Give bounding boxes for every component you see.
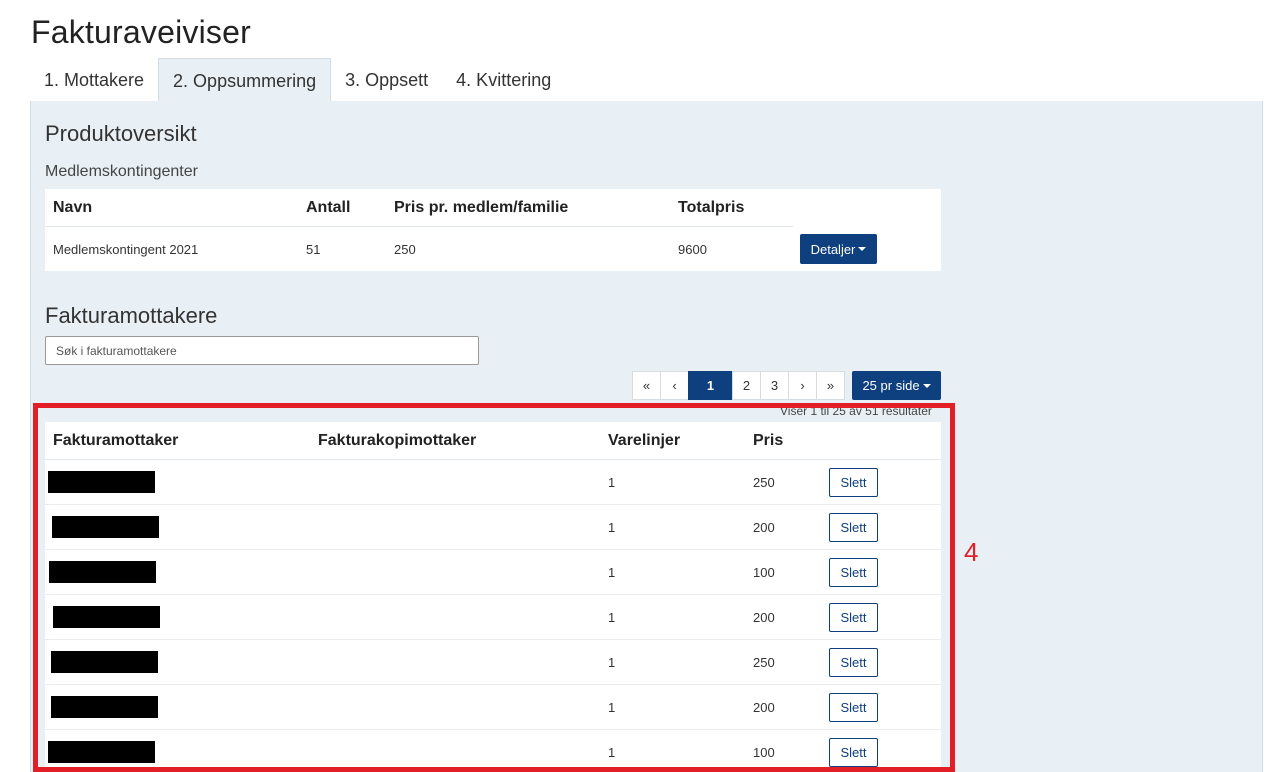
page-title: Fakturaveiviser (31, 14, 251, 50)
tab-oppsummering[interactable]: 2. Oppsummering (158, 58, 332, 102)
next-page-button[interactable]: › (788, 371, 817, 400)
col-pris: Pris pr. medlem/familie (394, 198, 569, 216)
prev-page-button[interactable]: ‹ (660, 371, 689, 400)
delete-button[interactable]: Slett (829, 513, 878, 542)
row-price: 250 (753, 654, 775, 670)
first-page-button[interactable]: « (632, 371, 661, 400)
row-price: 200 (753, 609, 775, 625)
page-size-label: 25 pr side (862, 378, 920, 393)
caret-down-icon (858, 247, 867, 251)
row-lines: 1 (608, 564, 616, 580)
delete-button[interactable]: Slett (829, 603, 878, 632)
row-lines: 1 (608, 609, 616, 625)
table-row: 1 200 Slett (45, 595, 941, 640)
details-label: Detaljer (810, 241, 856, 257)
recipient-rows: 1 250 Slett 1 200 Slett 1 100 Slett 1 200 Slett 1 250… (45, 460, 941, 772)
row-lines: 1 (608, 519, 616, 535)
redacted-recipient-name (48, 741, 155, 763)
product-row: Medlemskontingent 2021 51 250 9600 Detal… (45, 227, 941, 271)
page-1-button[interactable]: 1 (688, 371, 733, 400)
col-fakturamottaker: Fakturamottaker (53, 431, 179, 449)
row-lines: 1 (608, 699, 616, 715)
redacted-recipient-name (51, 696, 158, 718)
table-row: 1 100 Slett (45, 730, 941, 772)
col-pris: Pris (753, 431, 784, 449)
table-row: 1 200 Slett (45, 505, 941, 550)
delete-button[interactable]: Slett (829, 558, 878, 587)
details-dropdown-button[interactable]: Detaljer (800, 234, 877, 264)
page-size-dropdown[interactable]: 25 pr side (852, 371, 941, 400)
col-navn: Navn (53, 198, 93, 216)
annotation-number: 4 (964, 537, 979, 567)
product-name: Medlemskontingent 2021 (53, 241, 199, 257)
redacted-recipient-name (49, 561, 156, 583)
tab-mottakere[interactable]: 1. Mottakere (30, 58, 158, 102)
row-price: 200 (753, 699, 775, 715)
recipients-heading: Fakturamottakere (45, 303, 218, 328)
delete-button[interactable]: Slett (829, 648, 878, 677)
product-total: 9600 (678, 241, 707, 257)
result-count: Viser 1 til 25 av 51 resultater (780, 404, 932, 418)
product-overview-heading: Produktoversikt (45, 121, 197, 146)
row-price: 100 (753, 744, 775, 760)
redacted-recipient-name (48, 471, 155, 493)
redacted-recipient-name (53, 606, 160, 628)
recipients-table-header: Fakturamottaker Fakturakopimottaker Vare… (45, 422, 941, 460)
redacted-recipient-name (52, 516, 159, 538)
col-totalpris: Totalpris (678, 198, 745, 216)
col-antall: Antall (306, 198, 351, 216)
page-2-button[interactable]: 2 (732, 371, 761, 400)
table-row: 1 100 Slett (45, 550, 941, 595)
col-fakturakopimottaker: Fakturakopimottaker (318, 431, 477, 449)
row-lines: 1 (608, 474, 616, 490)
membership-fees-subheading: Medlemskontingenter (45, 163, 198, 180)
delete-button[interactable]: Slett (829, 738, 878, 767)
table-row: 1 250 Slett (45, 640, 941, 685)
product-table-header: Navn Antall Pris pr. medlem/familie Tota… (45, 189, 793, 227)
delete-button[interactable]: Slett (829, 468, 878, 497)
delete-button[interactable]: Slett (829, 693, 878, 722)
pagination: « ‹ 1 2 3 › » (632, 371, 845, 400)
row-price: 100 (753, 564, 775, 580)
table-row: 1 200 Slett (45, 685, 941, 730)
redacted-recipient-name (51, 651, 158, 673)
recipients-search-input[interactable] (45, 336, 479, 365)
row-price: 200 (753, 519, 775, 535)
col-varelinjer: Varelinjer (608, 431, 681, 449)
tab-oppsett[interactable]: 3. Oppsett (331, 58, 442, 102)
product-table: Navn Antall Pris pr. medlem/familie Tota… (45, 189, 941, 271)
last-page-button[interactable]: » (816, 371, 845, 400)
product-price: 250 (394, 241, 416, 257)
table-row: 1 250 Slett (45, 460, 941, 505)
tab-kvittering[interactable]: 4. Kvittering (442, 58, 565, 102)
row-price: 250 (753, 474, 775, 490)
product-count: 51 (306, 241, 321, 257)
row-lines: 1 (608, 744, 616, 760)
recipients-table: Fakturamottaker Fakturakopimottaker Vare… (45, 422, 941, 772)
caret-down-icon (922, 383, 931, 388)
page-3-button[interactable]: 3 (760, 371, 789, 400)
row-lines: 1 (608, 654, 616, 670)
wizard-tabs: 1. Mottakere 2. Oppsummering 3. Oppsett … (30, 58, 565, 102)
